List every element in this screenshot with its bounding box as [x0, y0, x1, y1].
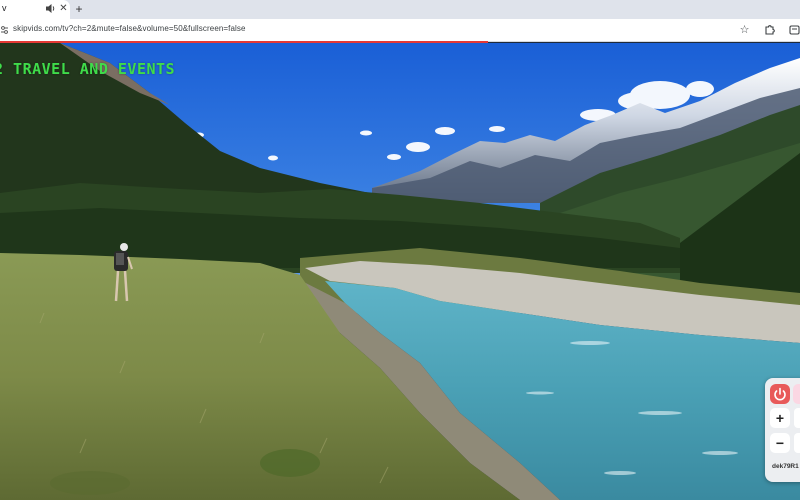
puzzle-icon[interactable] [763, 23, 777, 37]
tab-title: v [2, 3, 7, 13]
close-tab-icon[interactable]: ✕ [58, 2, 69, 15]
site-info-icon[interactable] [0, 23, 10, 37]
profile-icon[interactable] [788, 23, 800, 37]
star-icon[interactable]: ☆ [738, 23, 751, 37]
remote-side-key-upper[interactable] [794, 408, 800, 428]
browser-toolbar: skipvids.com/tv?ch=2&mute=false&volume=5… [0, 19, 800, 42]
power-button[interactable] [770, 384, 790, 404]
address-bar[interactable]: skipvids.com/tv?ch=2&mute=false&volume=5… [13, 24, 246, 33]
remote-side-key-lower[interactable] [794, 433, 800, 453]
tab-strip: v ✕ + [0, 0, 800, 19]
browser-tab[interactable]: v ✕ [0, 0, 70, 19]
power-icon [774, 387, 786, 401]
plus-button[interactable]: + [770, 408, 790, 428]
video-frame [0, 43, 800, 500]
speaker-icon[interactable] [45, 2, 56, 15]
minus-button[interactable]: − [770, 433, 790, 453]
channel-title: 2 TRAVEL AND EVENTS [0, 60, 176, 78]
remote-control: + − dek79R1 [765, 378, 800, 482]
video-player[interactable] [0, 43, 800, 500]
new-tab-button[interactable]: + [73, 2, 85, 16]
remote-side-button[interactable] [793, 384, 800, 404]
remote-code: dek79R1 [772, 463, 799, 470]
